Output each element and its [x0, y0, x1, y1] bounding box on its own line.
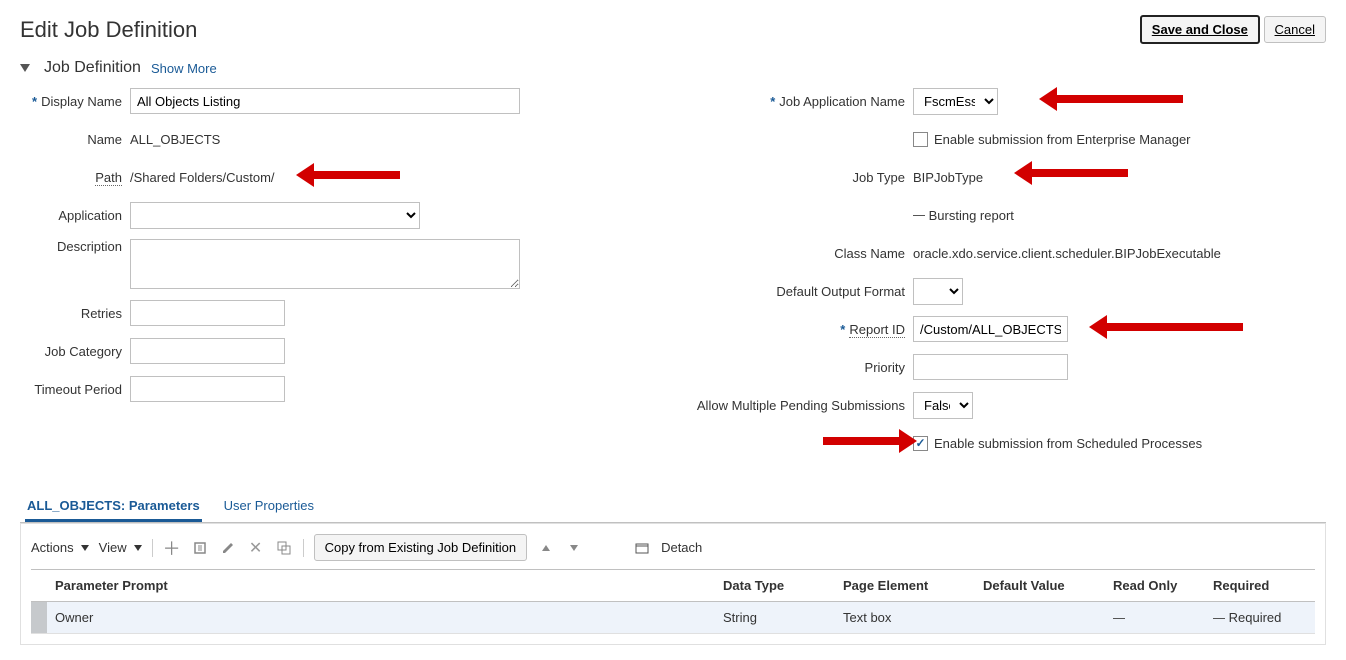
- job-app-name-label: Job Application Name: [683, 94, 913, 109]
- retries-input[interactable]: [130, 300, 285, 326]
- save-and-close-button[interactable]: Save and Close: [1140, 15, 1260, 44]
- copy-icon[interactable]: [275, 539, 293, 557]
- col-data-type: Data Type: [715, 570, 835, 602]
- cell-data-type: String: [715, 602, 835, 634]
- enable-sp-label: Enable submission from Scheduled Process…: [934, 436, 1202, 451]
- tab-parameters[interactable]: ALL_OBJECTS: Parameters: [25, 492, 202, 522]
- class-name-value: oracle.xdo.service.client.scheduler.BIPJ…: [913, 246, 1221, 261]
- retries-label: Retries: [20, 306, 130, 321]
- application-label: Application: [20, 208, 130, 223]
- priority-label: Priority: [683, 360, 913, 375]
- default-output-select[interactable]: [913, 278, 963, 305]
- table-row[interactable]: Owner String Text box Required: [31, 602, 1315, 634]
- cell-prompt: Owner: [47, 602, 715, 634]
- cell-page-element: Text box: [835, 602, 975, 634]
- description-textarea[interactable]: [130, 239, 520, 289]
- job-category-input[interactable]: [130, 338, 285, 364]
- enable-em-checkbox[interactable]: [913, 132, 928, 147]
- path-value: /Shared Folders/Custom/: [130, 170, 275, 185]
- row-handle[interactable]: [31, 602, 47, 634]
- annotation-arrow-icon: [1028, 169, 1128, 177]
- report-id-label: Report ID: [683, 322, 913, 337]
- application-select[interactable]: [130, 202, 420, 229]
- cancel-button[interactable]: Cancel: [1264, 16, 1326, 43]
- tab-user-properties[interactable]: User Properties: [222, 492, 316, 522]
- chevron-down-icon: [134, 545, 142, 551]
- dash-icon: [913, 215, 925, 216]
- show-more-link[interactable]: Show More: [151, 61, 217, 76]
- bursting-label: Bursting report: [929, 208, 1014, 223]
- timeout-label: Timeout Period: [20, 382, 130, 397]
- delete-icon[interactable]: ✕: [247, 539, 265, 557]
- annotation-arrow-icon: [1103, 323, 1243, 331]
- job-app-name-select[interactable]: FscmEss: [913, 88, 998, 115]
- move-down-icon[interactable]: [565, 539, 583, 557]
- divider: [152, 539, 153, 557]
- edit-icon[interactable]: [219, 539, 237, 557]
- detach-icon[interactable]: [633, 539, 651, 557]
- timeout-input[interactable]: [130, 376, 285, 402]
- class-name-label: Class Name: [683, 246, 913, 261]
- cell-default-value: [975, 602, 1105, 634]
- report-id-input[interactable]: [913, 316, 1068, 342]
- dash-icon: [1213, 618, 1225, 619]
- job-type-label: Job Type: [683, 170, 913, 185]
- enable-em-label: Enable submission from Enterprise Manage…: [934, 132, 1191, 147]
- name-value: ALL_OBJECTS: [130, 132, 220, 147]
- section-title: Job Definition: [44, 59, 141, 77]
- allow-multi-select[interactable]: False: [913, 392, 973, 419]
- default-output-label: Default Output Format: [683, 284, 913, 299]
- job-type-value: BIPJobType: [913, 170, 983, 185]
- chevron-down-icon: [81, 545, 89, 551]
- annotation-arrow-icon: [1053, 95, 1183, 103]
- col-read-only: Read Only: [1105, 570, 1205, 602]
- view-menu[interactable]: View: [99, 540, 142, 555]
- display-name-input[interactable]: [130, 88, 520, 114]
- job-category-label: Job Category: [20, 344, 130, 359]
- move-up-icon[interactable]: [537, 539, 555, 557]
- path-label: Path: [20, 170, 130, 185]
- col-parameter-prompt: Parameter Prompt: [47, 570, 715, 602]
- description-label: Description: [20, 239, 130, 254]
- dash-icon: [1113, 618, 1125, 619]
- disclosure-icon[interactable]: [20, 64, 30, 72]
- divider: [303, 539, 304, 557]
- annotation-arrow-icon: [823, 437, 903, 445]
- allow-multi-label: Allow Multiple Pending Submissions: [683, 398, 913, 413]
- priority-input[interactable]: [913, 354, 1068, 380]
- annotation-arrow-icon: [310, 171, 400, 179]
- col-default-value: Default Value: [975, 570, 1105, 602]
- actions-menu[interactable]: Actions: [31, 540, 89, 555]
- page-title: Edit Job Definition: [20, 17, 197, 43]
- cell-required: Required: [1205, 602, 1315, 634]
- col-page-element: Page Element: [835, 570, 975, 602]
- col-required: Required: [1205, 570, 1315, 602]
- display-name-label: Display Name: [20, 94, 130, 109]
- add-icon[interactable]: ＋: [163, 539, 181, 557]
- copy-from-existing-button[interactable]: Copy from Existing Job Definition: [314, 534, 527, 561]
- cell-read-only: [1105, 602, 1205, 634]
- duplicate-icon[interactable]: [191, 539, 209, 557]
- detach-button[interactable]: Detach: [661, 540, 702, 555]
- name-label: Name: [20, 132, 130, 147]
